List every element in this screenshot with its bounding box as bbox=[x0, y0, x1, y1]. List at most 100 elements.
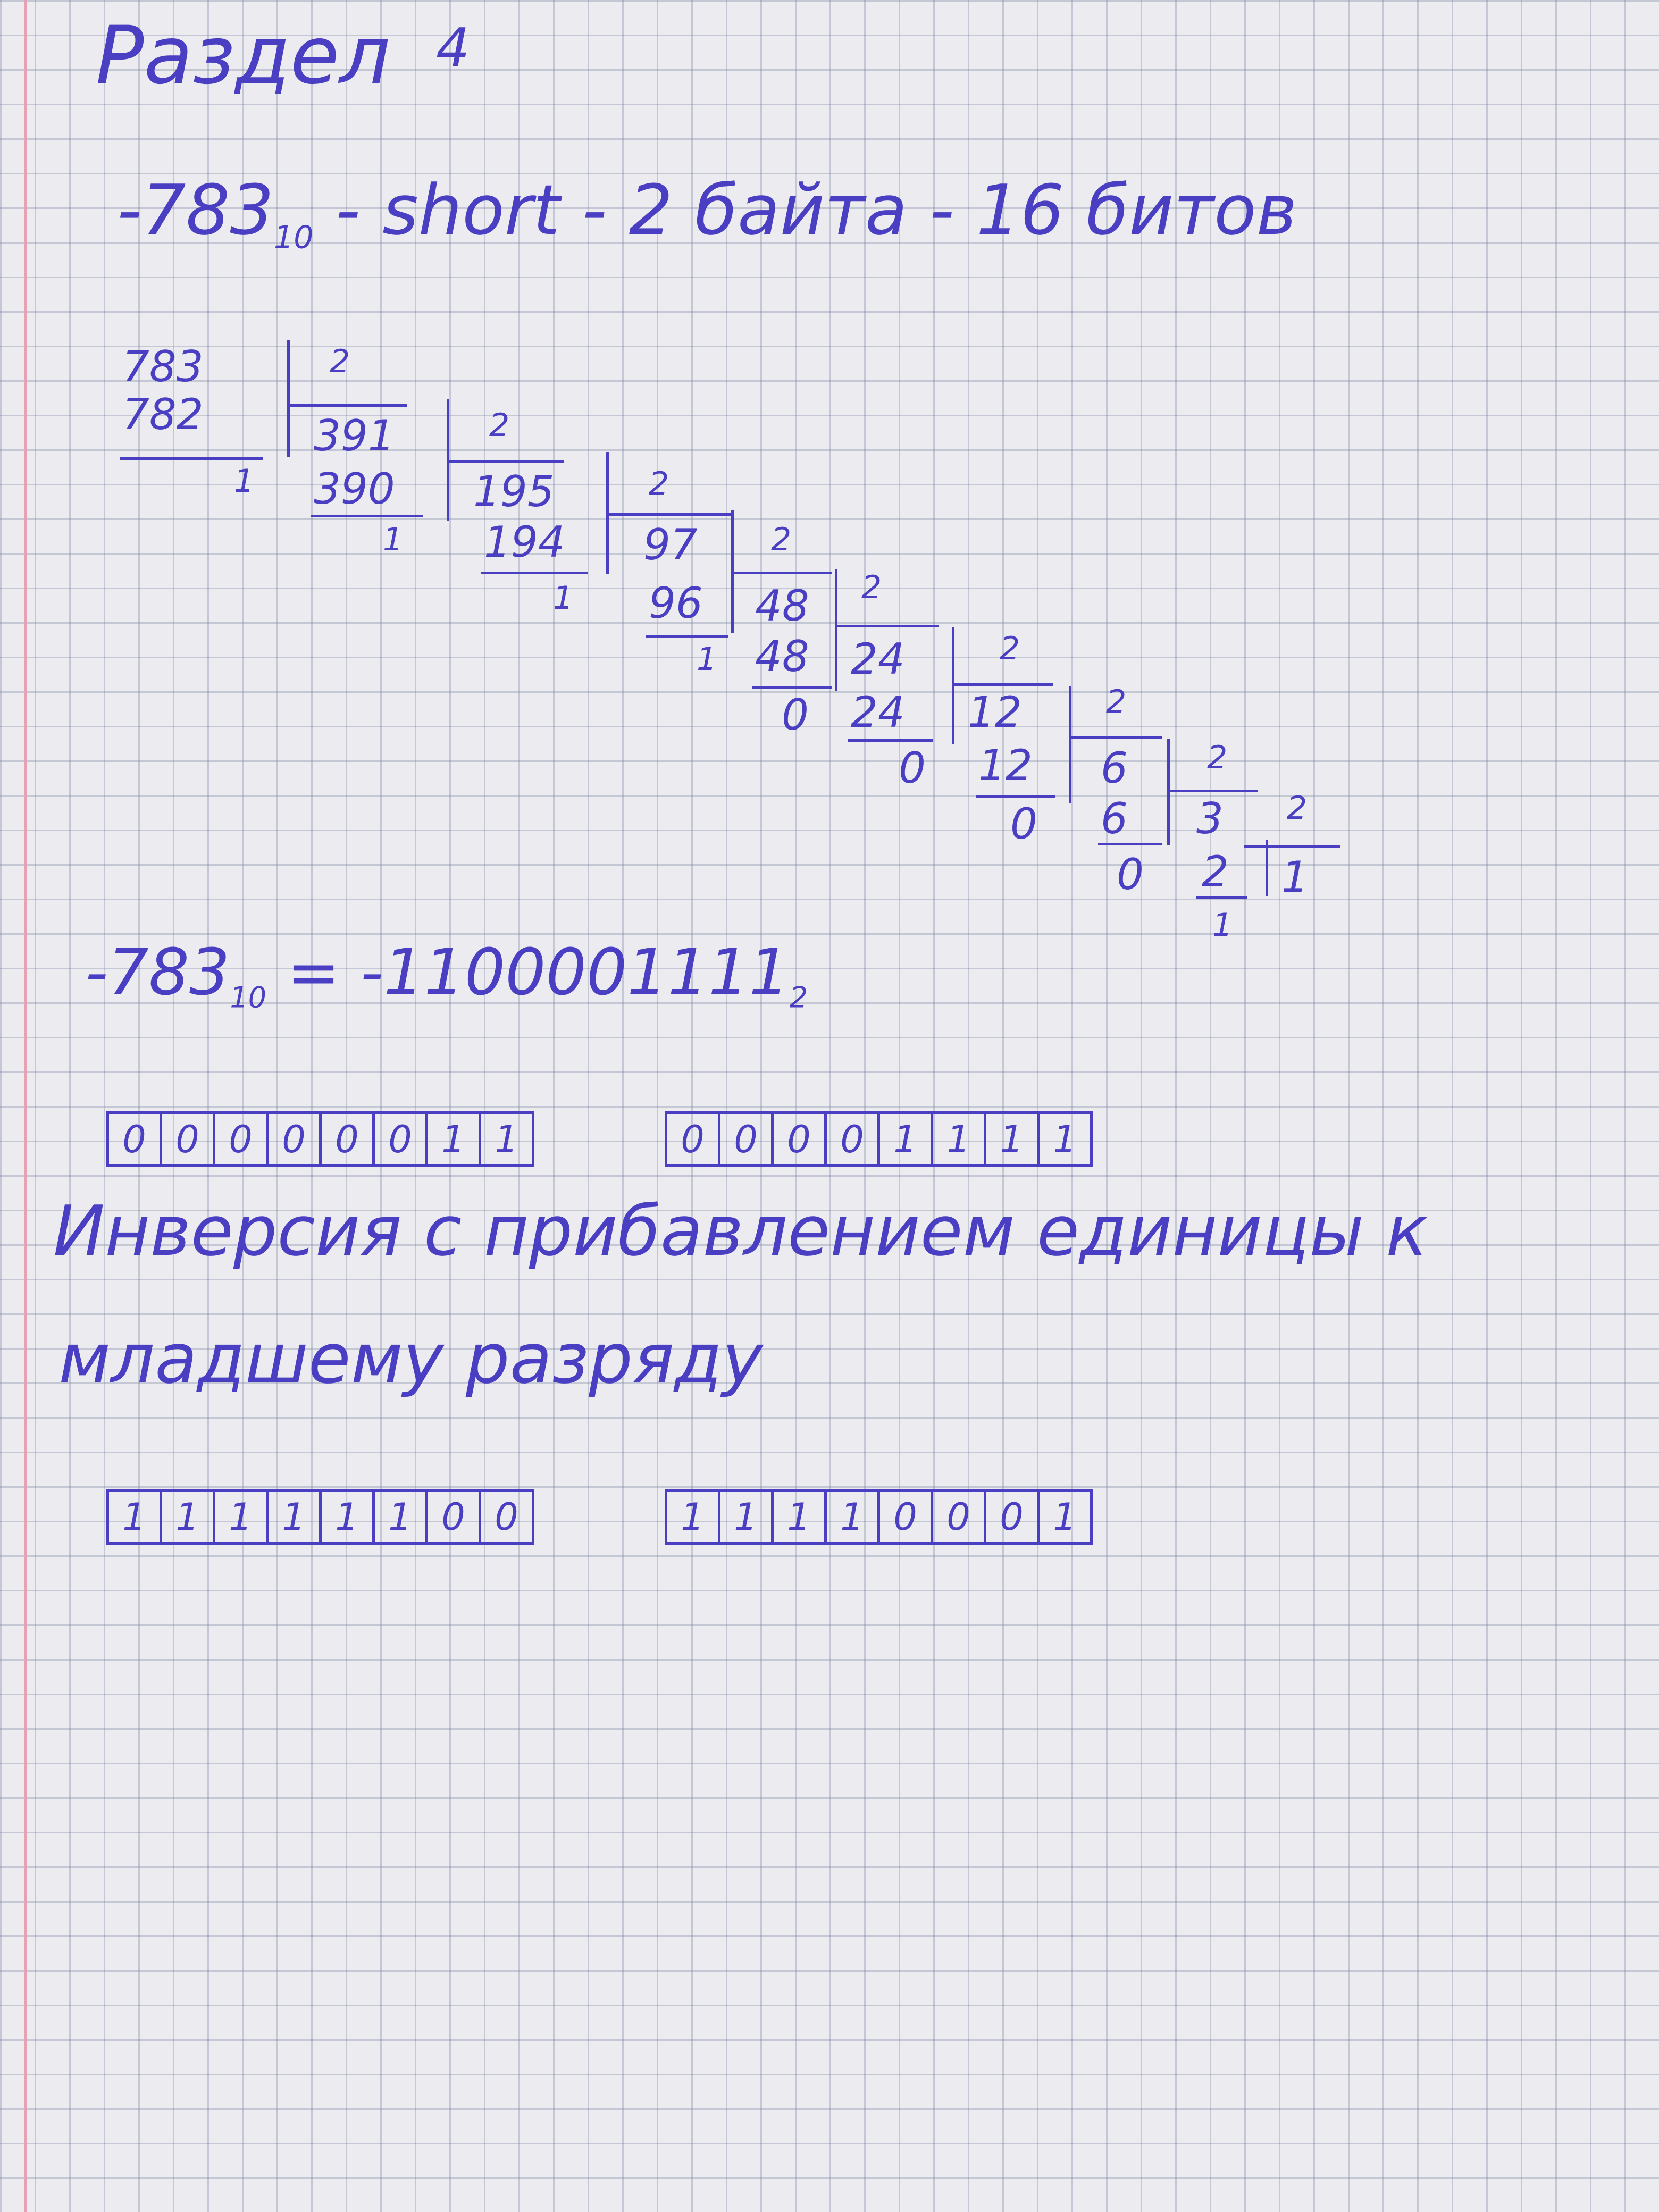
bit-cell: 0 bbox=[774, 1114, 827, 1164]
quotient-line bbox=[290, 404, 407, 407]
quotient-line bbox=[1170, 790, 1258, 792]
division-bracket bbox=[1069, 686, 1071, 803]
subtraction-line bbox=[976, 795, 1055, 798]
subtrahend: 48 bbox=[755, 632, 809, 681]
bit-cell: 1 bbox=[162, 1492, 215, 1542]
subtrahend: 390 bbox=[314, 464, 395, 514]
dividend: 195 bbox=[473, 467, 555, 516]
header-base: 10 bbox=[274, 219, 314, 256]
remainder: 1 bbox=[234, 463, 255, 500]
result-lhs: -783 bbox=[85, 936, 230, 1010]
remainder: 0 bbox=[899, 743, 926, 793]
bit-cell: 0 bbox=[933, 1492, 986, 1542]
bit-cell: 0 bbox=[720, 1114, 774, 1164]
section-title: Раздел bbox=[96, 10, 391, 102]
quotient-line bbox=[734, 572, 832, 574]
quotient-line bbox=[1071, 736, 1162, 739]
remainder: 1 bbox=[1212, 907, 1233, 944]
bit-cell: 1 bbox=[428, 1114, 481, 1164]
bit-cell: 1 bbox=[880, 1114, 933, 1164]
quotient-line bbox=[609, 513, 731, 516]
bit-cell: 1 bbox=[269, 1492, 322, 1542]
subtrahend: 2 bbox=[1202, 847, 1229, 896]
divisor: 2 bbox=[771, 521, 792, 558]
dividend: 783 bbox=[122, 342, 204, 391]
subtrahend: 6 bbox=[1101, 794, 1128, 843]
subtraction-line bbox=[646, 635, 728, 638]
twos-complement-high-byte: 1 1 1 1 1 1 0 0 bbox=[106, 1489, 534, 1545]
bit-cell: 1 bbox=[109, 1492, 162, 1542]
remainder: 1 bbox=[553, 580, 574, 617]
division-bracket bbox=[835, 569, 837, 691]
quotient-line bbox=[837, 625, 939, 627]
dividend: 6 bbox=[1101, 743, 1128, 793]
result-rhs-base: 2 bbox=[789, 981, 808, 1015]
bit-cell: 0 bbox=[162, 1114, 215, 1164]
bit-cell: 0 bbox=[428, 1492, 481, 1542]
final-quotient: 1 bbox=[1281, 852, 1309, 902]
bit-cell: 0 bbox=[827, 1114, 880, 1164]
bit-cell: 0 bbox=[269, 1114, 322, 1164]
subtrahend: 194 bbox=[484, 517, 565, 567]
divisor: 2 bbox=[489, 407, 510, 444]
dividend: 3 bbox=[1196, 794, 1224, 843]
remainder: 1 bbox=[383, 521, 404, 558]
notebook-margin-line bbox=[24, 0, 27, 2212]
bit-cell: 0 bbox=[375, 1114, 428, 1164]
bit-cell: 1 bbox=[774, 1492, 827, 1542]
subtrahend: 96 bbox=[649, 579, 703, 628]
bit-cell: 0 bbox=[109, 1114, 162, 1164]
dividend: 24 bbox=[851, 634, 905, 684]
bit-cell: 0 bbox=[215, 1114, 269, 1164]
divisor: 2 bbox=[1106, 683, 1127, 720]
divisor: 2 bbox=[1207, 739, 1228, 776]
result-line: -78310 = -11000011112 bbox=[85, 941, 808, 1012]
dividend: 391 bbox=[314, 411, 395, 460]
subtraction-line bbox=[848, 739, 933, 742]
header-value: -783 bbox=[117, 170, 274, 250]
bit-cell: 1 bbox=[1053, 1495, 1077, 1539]
subtraction-line bbox=[481, 572, 588, 574]
subtrahend: 24 bbox=[851, 688, 905, 737]
header-line: -78310 - short - 2 байта - 16 битов bbox=[117, 175, 1297, 253]
bit-cell: 1 bbox=[986, 1114, 1040, 1164]
bit-cell: 0 bbox=[880, 1492, 933, 1542]
remainder: 0 bbox=[1117, 850, 1144, 899]
subtraction-line bbox=[752, 686, 832, 689]
divisor: 2 bbox=[1000, 630, 1020, 667]
subtraction-line bbox=[1196, 896, 1247, 899]
divisor: 2 bbox=[1287, 790, 1308, 827]
remainder: 1 bbox=[697, 641, 717, 678]
divisor: 2 bbox=[330, 343, 350, 380]
note-line-1: Инверсия с прибавлением единицы к bbox=[53, 1191, 1428, 1271]
divisor: 2 bbox=[649, 465, 669, 502]
bit-cell: 1 bbox=[215, 1492, 269, 1542]
remainder: 0 bbox=[1010, 799, 1037, 849]
dividend: 48 bbox=[755, 581, 809, 631]
bit-cell: 1 bbox=[495, 1117, 518, 1161]
bit-cell: 0 bbox=[986, 1492, 1040, 1542]
result-rhs: = -1100001111 bbox=[287, 936, 790, 1010]
bit-cell: 1 bbox=[322, 1492, 375, 1542]
division-bracket bbox=[287, 340, 290, 457]
subtraction-line bbox=[120, 457, 263, 460]
bit-cell: 0 bbox=[322, 1114, 375, 1164]
bit-cell: 1 bbox=[375, 1492, 428, 1542]
bit-cell: 1 bbox=[720, 1492, 774, 1542]
bit-cell: 1 bbox=[1053, 1117, 1077, 1161]
dividend: 12 bbox=[968, 688, 1022, 737]
result-lhs-base: 10 bbox=[230, 981, 267, 1015]
twos-complement-low-byte: 1 1 1 1 0 0 0 1 bbox=[665, 1489, 1093, 1545]
quotient-line bbox=[954, 683, 1053, 686]
divisor: 2 bbox=[861, 569, 882, 606]
note-line-2: младшему разряду bbox=[58, 1318, 763, 1399]
section-number: 4 bbox=[436, 16, 470, 79]
remainder: 0 bbox=[782, 690, 809, 740]
direct-code-low-byte: 0 0 0 0 1 1 1 1 bbox=[665, 1111, 1093, 1167]
bit-cell: 0 bbox=[495, 1495, 518, 1539]
bit-cell: 1 bbox=[667, 1492, 720, 1542]
subtraction-line bbox=[1098, 843, 1162, 845]
quotient-line bbox=[449, 460, 564, 463]
dividend: 97 bbox=[643, 520, 698, 569]
subtrahend: 782 bbox=[122, 390, 204, 439]
